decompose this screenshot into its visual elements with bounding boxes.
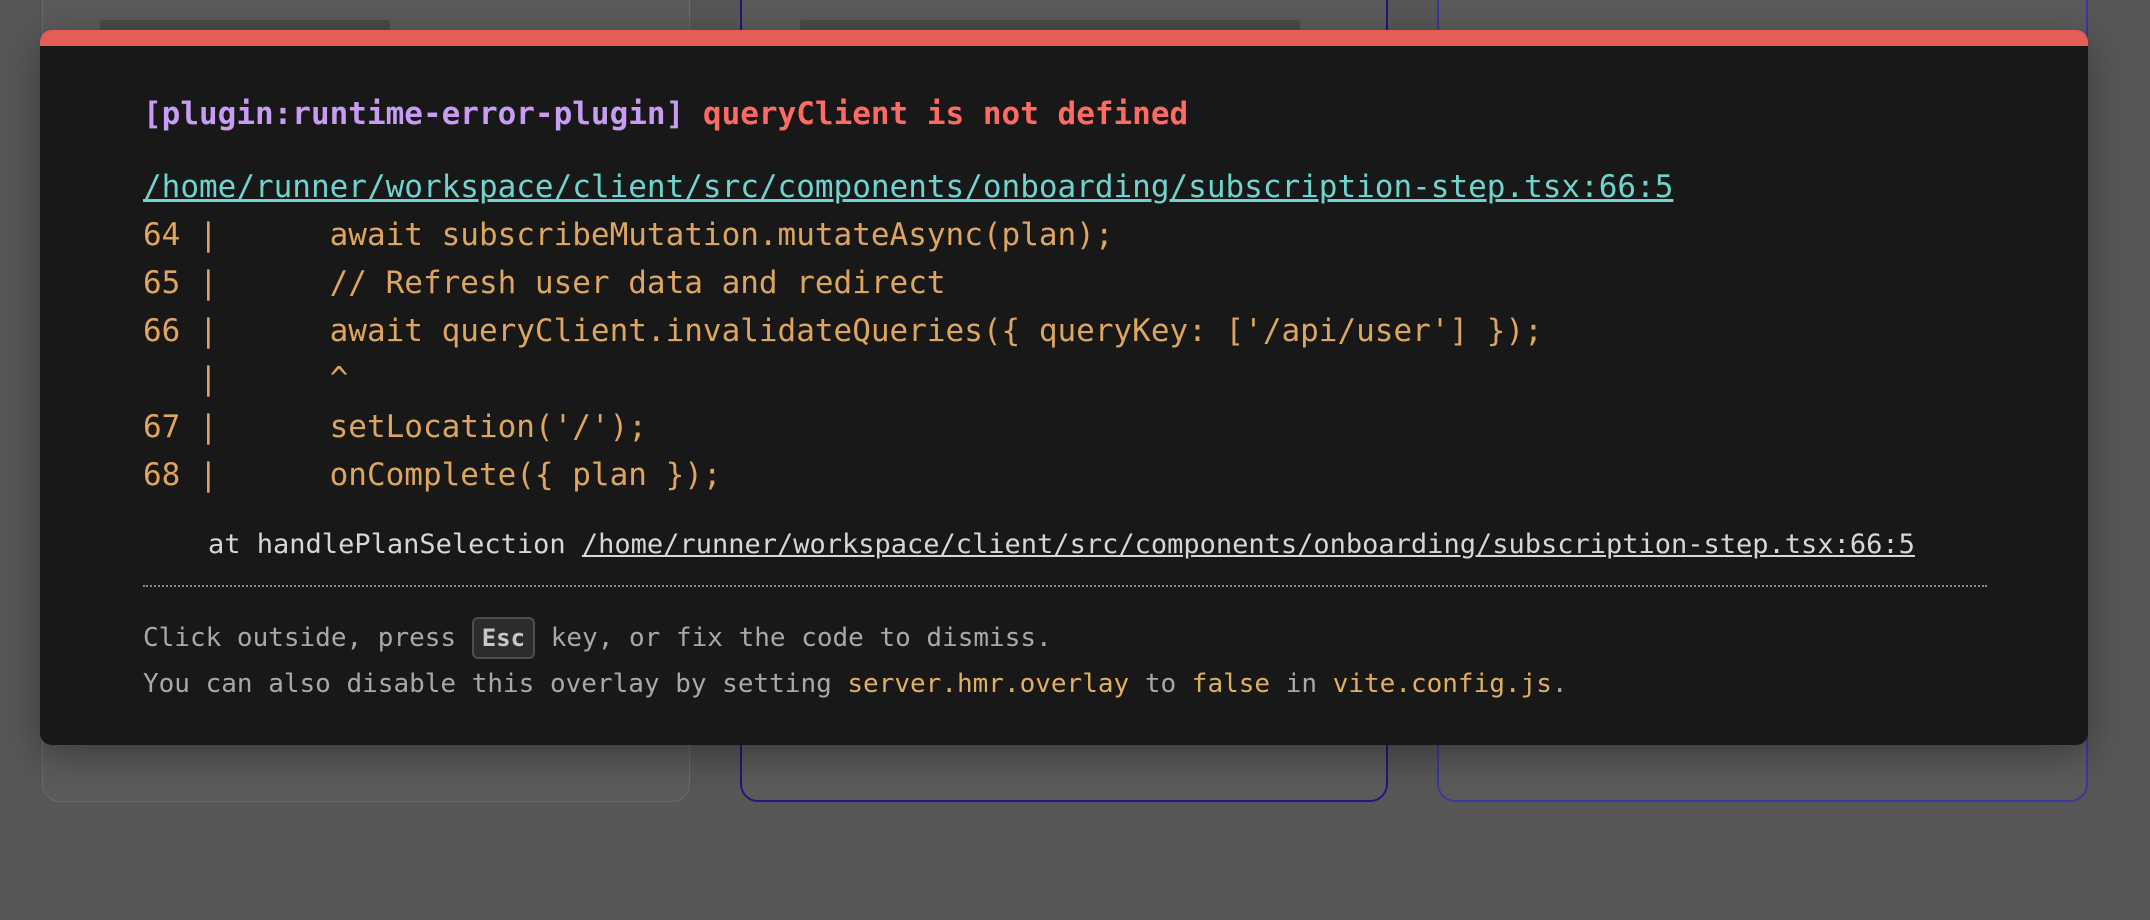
code-frame-line: 64 | await subscribeMutation.mutateAsync… [143, 217, 1114, 253]
tip-text: to [1129, 669, 1192, 699]
tip-text: . [1551, 669, 1568, 699]
code-frame-pointer: | ^ [143, 361, 349, 397]
setting-name: server.hmr.overlay [847, 669, 1130, 699]
tip-text: You can also disable this overlay by set… [143, 669, 848, 699]
config-file-name: vite.config.js [1332, 669, 1552, 699]
stack-file-link[interactable]: /home/runner/workspace/client/src/compon… [582, 529, 1915, 560]
code-frame-line: 65 | // Refresh user data and redirect [143, 265, 946, 301]
divider [143, 585, 1987, 587]
plugin-tag: [plugin:runtime-error-plugin] [143, 96, 685, 132]
esc-key-badge: Esc [471, 617, 536, 659]
tip-text: in [1270, 669, 1333, 699]
code-frame-line: 67 | setLocation('/'); [143, 409, 647, 445]
code-frame-line: 68 | onComplete({ plan }); [143, 457, 722, 493]
tip-text: Click outside, press [143, 623, 472, 653]
stack-function: at handlePlanSelection [143, 529, 582, 560]
error-overlay[interactable]: [plugin:runtime-error-plugin] queryClien… [40, 30, 2088, 745]
error-file-link[interactable]: /home/runner/workspace/client/src/compon… [143, 166, 1985, 208]
setting-value: false [1191, 669, 1271, 699]
code-frame: 64 | await subscribeMutation.mutateAsync… [143, 211, 1985, 499]
dismiss-tip: Click outside, press Esc key, or fix the… [143, 615, 1985, 707]
tip-text: key, or fix the code to dismiss. [535, 623, 1052, 653]
error-title: [plugin:runtime-error-plugin] queryClien… [143, 92, 1985, 136]
code-frame-line: 66 | await queryClient.invalidateQueries… [143, 313, 1543, 349]
error-message: queryClient is not defined [702, 96, 1189, 132]
stack-trace: at handlePlanSelection /home/runner/work… [143, 525, 1985, 565]
